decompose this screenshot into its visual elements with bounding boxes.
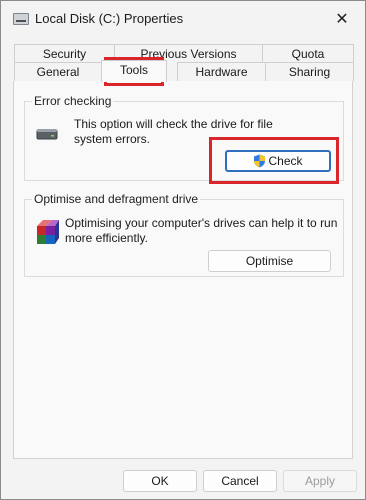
error-checking-group: Error checking This option will check th…: [24, 94, 344, 181]
defrag-icon: [37, 220, 59, 244]
shield-icon: [254, 154, 266, 168]
cancel-button[interactable]: Cancel: [203, 470, 277, 492]
ok-button[interactable]: OK: [123, 470, 197, 492]
tab-general[interactable]: General: [14, 62, 102, 81]
optimise-description: Optimising your computer's drives can he…: [65, 216, 338, 245]
tools-panel: Error checking This option will check th…: [13, 81, 353, 459]
check-button[interactable]: Check: [225, 150, 331, 172]
title-bar: Local Disk (C:) Properties ✕: [1, 1, 365, 37]
tab-hardware[interactable]: Hardware: [177, 62, 266, 81]
drive-icon: [13, 13, 29, 25]
tab-tools[interactable]: Tools: [101, 60, 167, 82]
tab-security[interactable]: Security: [14, 44, 115, 63]
apply-button[interactable]: Apply: [283, 470, 357, 492]
optimise-group: Optimise and defragment drive Optimising…: [24, 192, 344, 277]
error-checking-description: This option will check the drive for fil…: [74, 117, 273, 146]
tab-quota[interactable]: Quota: [262, 44, 354, 63]
close-icon: ✕: [335, 11, 349, 28]
close-button[interactable]: ✕: [329, 7, 355, 31]
optimise-label: Optimise and defragment drive: [32, 192, 201, 206]
properties-window: Local Disk (C:) Properties ✕ Security Pr…: [0, 0, 366, 500]
check-button-label: Check: [268, 154, 303, 168]
tab-sharing[interactable]: Sharing: [265, 62, 354, 81]
drive-icon: [36, 129, 58, 140]
window-title: Local Disk (C:) Properties: [35, 11, 184, 26]
error-checking-label: Error checking: [32, 94, 114, 108]
optimise-button[interactable]: Optimise: [208, 250, 331, 272]
